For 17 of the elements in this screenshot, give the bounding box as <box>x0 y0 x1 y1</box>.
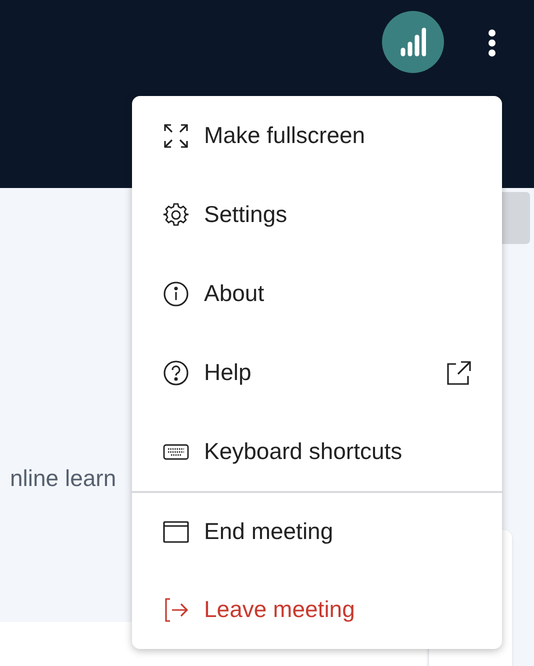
exit-icon <box>163 596 189 622</box>
menu-item[interactable]: About <box>132 254 502 333</box>
window-icon <box>163 520 189 542</box>
body-text: nline learn <box>10 464 116 493</box>
more-icon[interactable] <box>488 29 496 57</box>
menu-item[interactable]: Keyboard shortcuts <box>132 412 502 491</box>
menu-item[interactable]: Leave meeting <box>132 570 502 649</box>
expand-icon <box>163 122 189 148</box>
keyboard-icon <box>163 444 189 460</box>
signal-icon <box>400 27 426 57</box>
info-icon <box>163 280 189 306</box>
help-icon <box>163 360 189 386</box>
external-link-icon <box>446 360 472 386</box>
menu-item[interactable]: Help <box>132 333 502 412</box>
menu-item[interactable]: Settings <box>132 175 502 254</box>
settings-icon <box>163 202 189 228</box>
menu-item[interactable]: End meeting <box>132 491 502 570</box>
